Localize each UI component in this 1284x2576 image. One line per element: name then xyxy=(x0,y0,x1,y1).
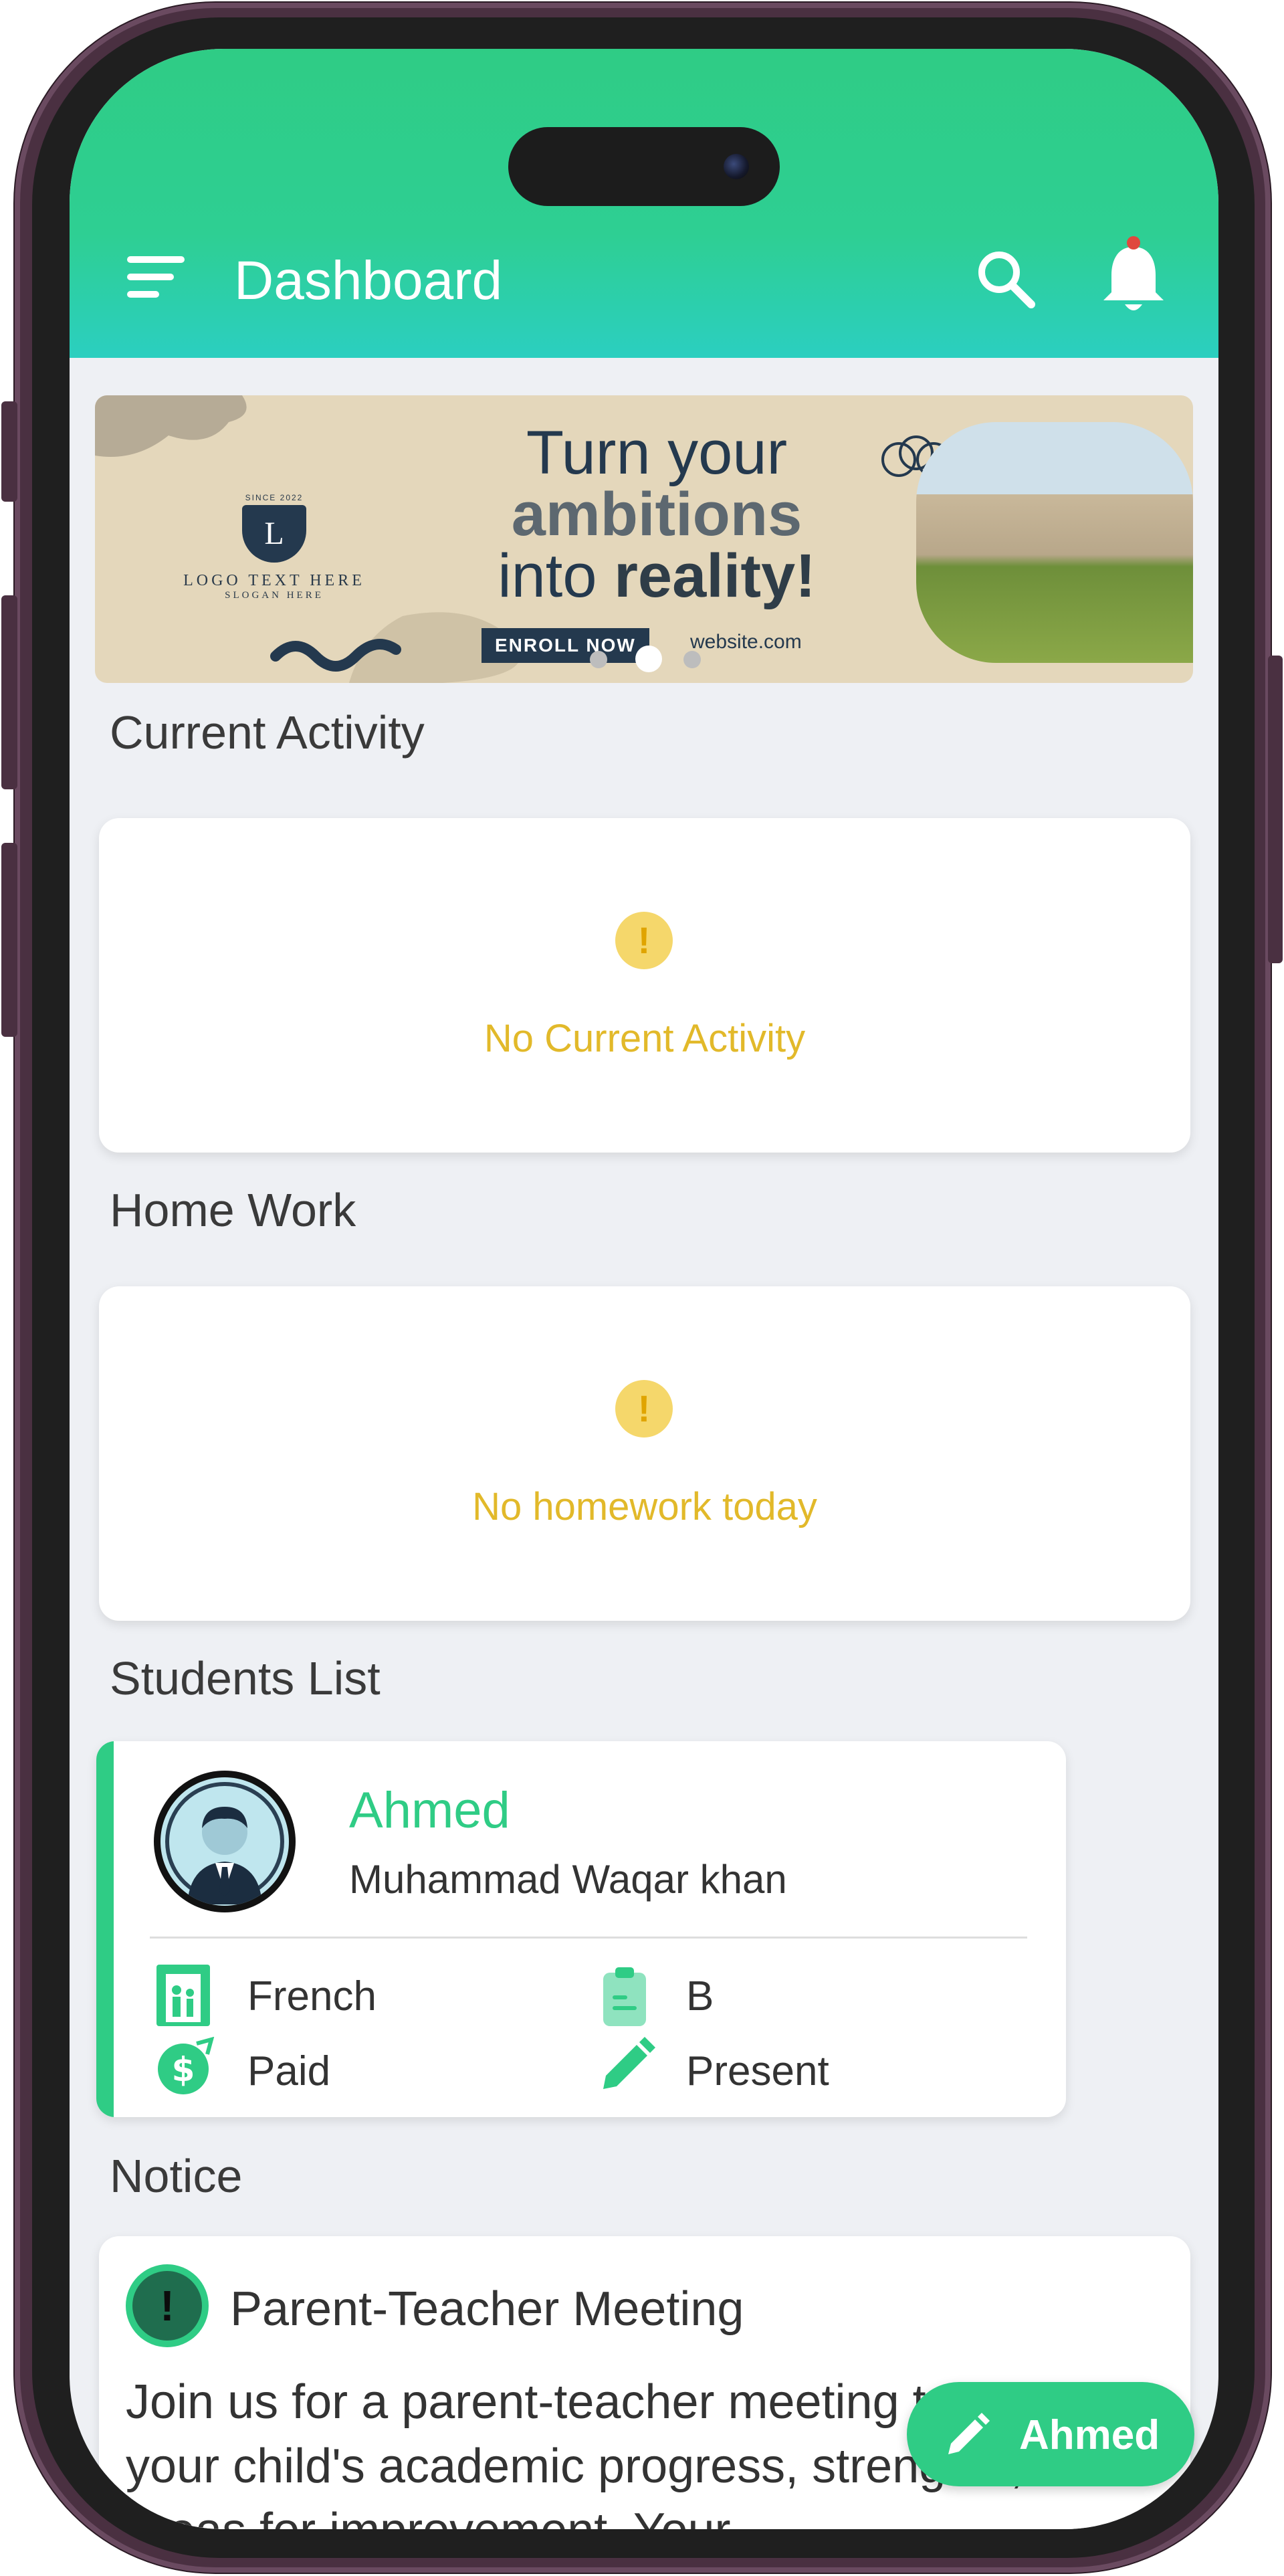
headline-line-3: into reality! xyxy=(449,545,864,607)
carousel-dot-active[interactable] xyxy=(635,646,662,672)
classroom-door-icon xyxy=(154,1962,213,2026)
headline-line-3b: reality! xyxy=(614,542,816,610)
homework-empty-text: No homework today xyxy=(472,1485,817,1528)
camera-icon xyxy=(724,154,749,179)
warning-icon: ! xyxy=(615,1380,673,1438)
logo-text: LOGO TEXT HERE xyxy=(183,572,365,589)
notice-title: Parent-Teacher Meeting xyxy=(230,2282,744,2336)
side-button-power xyxy=(1268,656,1283,963)
notice-heading: Notice xyxy=(110,2150,243,2202)
student-name: Ahmed xyxy=(349,1782,510,1839)
campus-photo xyxy=(916,422,1193,663)
page-title: Dashboard xyxy=(234,250,503,311)
student-card-accent xyxy=(96,1741,114,2117)
homework-card: ! No homework today xyxy=(99,1286,1190,1621)
carousel-dot[interactable] xyxy=(590,651,607,668)
pencil-icon xyxy=(597,2037,655,2096)
phone-screen: Dashboard SINCE 2022 L LOGO TEXT HERE SL… xyxy=(70,49,1218,2529)
headline-line-1: Turn your xyxy=(526,419,788,487)
pencil-icon xyxy=(944,2411,991,2458)
student-course: French xyxy=(247,1973,377,2019)
current-activity-card: ! No Current Activity xyxy=(99,818,1190,1153)
divider xyxy=(150,1937,1027,1939)
student-fee-status: Paid xyxy=(247,2048,331,2094)
avatar xyxy=(154,1771,296,1912)
avatar-person-icon xyxy=(160,1777,289,1906)
clipboard-icon xyxy=(595,1966,654,2026)
student-card[interactable]: Ahmed Muhammad Waqar khan French B $ Pai… xyxy=(96,1741,1066,2117)
warning-icon: ! xyxy=(615,912,673,969)
students-list-heading: Students List xyxy=(110,1652,381,1704)
student-parent-name: Muhammad Waqar khan xyxy=(349,1857,787,1902)
notification-dot-icon xyxy=(1127,236,1140,250)
student-grade: B xyxy=(686,1973,714,2019)
carousel-dot[interactable] xyxy=(683,651,701,668)
headline-line-2: ambitions xyxy=(511,480,802,549)
app-bar: Dashboard xyxy=(70,49,1218,358)
headline-line-3a: into xyxy=(498,542,615,610)
homework-heading: Home Work xyxy=(110,1184,356,1236)
student-attendance: Present xyxy=(686,2048,829,2094)
current-activity-heading: Current Activity xyxy=(110,706,425,759)
side-button-silent xyxy=(1,401,17,502)
student-switch-fab[interactable]: Ahmed xyxy=(907,2382,1194,2486)
banner-logo: SINCE 2022 L LOGO TEXT HERE SLOGAN HERE xyxy=(167,493,381,601)
shield-icon: L xyxy=(242,505,306,563)
decor-blob-icon xyxy=(95,395,247,457)
side-button-volume-up xyxy=(1,595,17,789)
svg-text:$: $ xyxy=(172,2050,195,2089)
bell-icon[interactable] xyxy=(1097,233,1170,320)
carousel-indicator xyxy=(590,644,724,672)
dynamic-island xyxy=(508,127,780,206)
logo-since: SINCE 2022 xyxy=(245,493,304,502)
side-button-volume-down xyxy=(1,843,17,1037)
logo-slogan: SLOGAN HERE xyxy=(225,590,324,601)
fee-paid-icon: $ xyxy=(155,2036,215,2096)
banner-headline: Turn your ambitions into reality! xyxy=(449,422,864,607)
search-icon[interactable] xyxy=(974,247,1038,311)
fab-label: Ahmed xyxy=(1019,2412,1160,2458)
menu-icon[interactable] xyxy=(127,254,187,300)
alert-icon: ! xyxy=(126,2264,209,2347)
promo-banner[interactable]: SINCE 2022 L LOGO TEXT HERE SLOGAN HERE … xyxy=(95,395,1193,683)
current-activity-empty-text: No Current Activity xyxy=(484,1017,806,1060)
